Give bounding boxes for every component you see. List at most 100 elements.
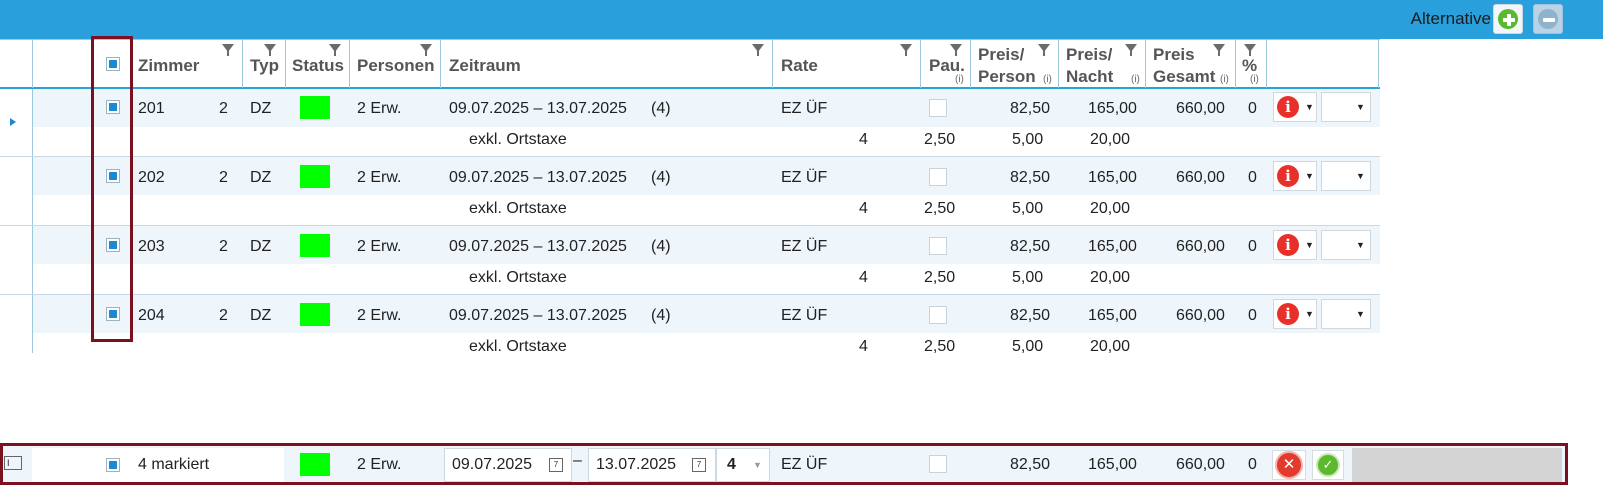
info-button[interactable]: i ▼ (1273, 230, 1317, 260)
bulk-edit-highlight (0, 443, 1568, 485)
filter-icon[interactable] (900, 44, 912, 56)
row-indicator-icon (10, 118, 16, 126)
nights-cell: (4) (651, 169, 671, 186)
preis-person-cell: 82,50 (1010, 100, 1051, 117)
preis-nacht-cell: 165,00 (1088, 100, 1137, 117)
beds-cell: 2 (219, 238, 228, 255)
info-hint: (i) (1220, 74, 1229, 85)
filter-icon[interactable] (264, 44, 276, 56)
rate-cell: EZ ÜF (781, 100, 828, 117)
ortstaxe-qty: 4 (859, 269, 868, 286)
col-rate[interactable]: Rate (781, 56, 818, 76)
filter-icon[interactable] (1213, 44, 1225, 56)
ortstaxe-nacht: 20,00 (1090, 338, 1131, 355)
info-button[interactable]: i ▼ (1273, 92, 1317, 122)
rate-cell: EZ ÜF (781, 238, 828, 255)
col-status[interactable]: Status (292, 56, 344, 76)
nights-cell: (4) (651, 238, 671, 255)
preis-gesamt-cell: 660,00 (1176, 238, 1225, 255)
col-preis-person[interactable]: Preis/ (978, 45, 1024, 65)
preis-nacht-cell: 165,00 (1088, 169, 1137, 186)
info-icon: i (1277, 234, 1299, 256)
pauschale-checkbox[interactable] (929, 168, 947, 186)
typ-cell: DZ (250, 169, 272, 186)
status-indicator (300, 234, 330, 257)
filter-icon[interactable] (222, 44, 234, 56)
zimmer-cell: 203 (138, 238, 165, 255)
prozent-cell: 0 (1248, 307, 1257, 324)
nights-cell: (4) (651, 100, 671, 117)
typ-cell: DZ (250, 100, 272, 117)
col-typ[interactable]: Typ (250, 56, 279, 76)
pauschale-checkbox[interactable] (929, 237, 947, 255)
filter-icon[interactable] (1038, 44, 1050, 56)
zeitraum-cell: 09.07.2025 – 13.07.2025 (449, 100, 627, 117)
ortstaxe-label: exkl. Ortstaxe (469, 338, 567, 355)
ortstaxe-pau: 2,50 (924, 338, 956, 355)
ortstaxe-person: 5,00 (1012, 131, 1044, 148)
personen-cell: 2 Erw. (357, 238, 402, 255)
info-hint: (i) (1043, 74, 1052, 85)
personen-cell: 2 Erw. (357, 100, 402, 117)
ortstaxe-nacht: 20,00 (1090, 131, 1131, 148)
row-dropdown[interactable]: ▼ (1321, 230, 1371, 260)
ortstaxe-label: exkl. Ortstaxe (469, 131, 567, 148)
ortstaxe-nacht: 20,00 (1090, 269, 1131, 286)
ortstaxe-person: 5,00 (1012, 269, 1044, 286)
ortstaxe-pau: 2,50 (924, 269, 956, 286)
pauschale-checkbox[interactable] (929, 306, 947, 324)
col-personen[interactable]: Personen (357, 56, 434, 76)
preis-nacht-cell: 165,00 (1088, 238, 1137, 255)
beds-cell: 2 (219, 100, 228, 117)
col-pau[interactable]: Pau. (929, 56, 965, 76)
chevron-down-icon: ▼ (1305, 240, 1314, 250)
alternative-label: Alternative (1410, 9, 1491, 28)
filter-icon[interactable] (950, 44, 962, 56)
col-preis-nacht[interactable]: Preis/ (1066, 45, 1112, 65)
ortstaxe-qty: 4 (859, 200, 868, 217)
zeitraum-cell: 09.07.2025 – 13.07.2025 (449, 307, 627, 324)
ortstaxe-qty: 4 (859, 338, 868, 355)
row-dropdown[interactable]: ▼ (1321, 92, 1371, 122)
row-dropdown[interactable]: ▼ (1321, 161, 1371, 191)
top-toolbar (0, 0, 1603, 39)
filter-icon[interactable] (420, 44, 432, 56)
typ-cell: DZ (250, 238, 272, 255)
ortstaxe-qty: 4 (859, 131, 868, 148)
info-button[interactable]: i ▼ (1273, 299, 1317, 329)
beds-cell: 2 (219, 307, 228, 324)
remove-alternative-button[interactable] (1533, 4, 1563, 34)
chevron-down-icon: ▼ (1356, 240, 1365, 250)
col-prozent[interactable]: % (1242, 56, 1257, 76)
status-indicator (300, 96, 330, 119)
rate-cell: EZ ÜF (781, 169, 828, 186)
filter-icon[interactable] (1125, 44, 1137, 56)
filter-icon[interactable] (1244, 44, 1256, 56)
col-preis-gesamt[interactable]: Preis (1153, 45, 1195, 65)
info-hint: (i) (1250, 74, 1259, 85)
chevron-down-icon: ▼ (1356, 171, 1365, 181)
ortstaxe-person: 5,00 (1012, 338, 1044, 355)
filter-icon[interactable] (329, 44, 341, 56)
chevron-down-icon: ▼ (1356, 102, 1365, 112)
preis-gesamt-cell: 660,00 (1176, 307, 1225, 324)
col-preis-gesamt-line2: Gesamt (1153, 67, 1216, 86)
col-zimmer[interactable]: Zimmer (138, 56, 199, 76)
typ-cell: DZ (250, 307, 272, 324)
col-preis-nacht-line2: Nacht (1066, 67, 1114, 86)
info-icon: i (1277, 303, 1299, 325)
personen-cell: 2 Erw. (357, 169, 402, 186)
info-icon: i (1277, 165, 1299, 187)
add-alternative-button[interactable] (1493, 4, 1523, 34)
filter-icon[interactable] (752, 44, 764, 56)
preis-gesamt-cell: 660,00 (1176, 169, 1225, 186)
pauschale-checkbox[interactable] (929, 99, 947, 117)
col-zeitraum[interactable]: Zeitraum (449, 56, 521, 76)
ortstaxe-label: exkl. Ortstaxe (469, 200, 567, 217)
prozent-cell: 0 (1248, 169, 1257, 186)
row-dropdown[interactable]: ▼ (1321, 299, 1371, 329)
col-preis-person-line2: Person (978, 67, 1036, 86)
zeitraum-cell: 09.07.2025 – 13.07.2025 (449, 169, 627, 186)
chevron-down-icon: ▼ (1305, 309, 1314, 319)
info-button[interactable]: i ▼ (1273, 161, 1317, 191)
